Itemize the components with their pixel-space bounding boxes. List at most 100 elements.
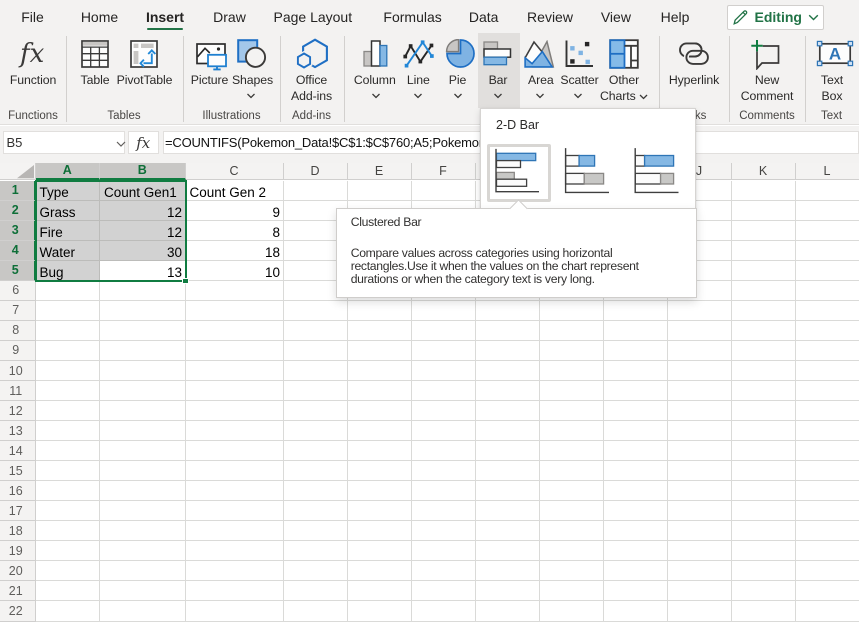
- cell-B7[interactable]: [100, 301, 186, 321]
- cell-C11[interactable]: [186, 381, 284, 401]
- cell-B19[interactable]: [100, 541, 186, 561]
- cell-I19[interactable]: [604, 541, 668, 561]
- cell-L16[interactable]: [796, 481, 859, 501]
- cell-L5[interactable]: [796, 261, 859, 281]
- row-header-13[interactable]: 13: [0, 421, 36, 441]
- cell-G9[interactable]: [476, 341, 540, 361]
- cell-F1[interactable]: [412, 181, 476, 201]
- cell-D17[interactable]: [284, 501, 348, 521]
- cell-E17[interactable]: [348, 501, 412, 521]
- cell-I20[interactable]: [604, 561, 668, 581]
- cell-E12[interactable]: [348, 401, 412, 421]
- cell-F20[interactable]: [412, 561, 476, 581]
- row-header-12[interactable]: 12: [0, 401, 36, 421]
- cell-D16[interactable]: [284, 481, 348, 501]
- cell-E20[interactable]: [348, 561, 412, 581]
- cell-I10[interactable]: [604, 361, 668, 381]
- cell-I16[interactable]: [604, 481, 668, 501]
- cell-K8[interactable]: [732, 321, 796, 341]
- cell-C12[interactable]: [186, 401, 284, 421]
- row-header-5[interactable]: 5: [0, 261, 36, 281]
- cell-C4[interactable]: 18: [186, 241, 284, 261]
- cell-H20[interactable]: [540, 561, 604, 581]
- row-header-6[interactable]: 6: [0, 281, 36, 301]
- cell-L8[interactable]: [796, 321, 859, 341]
- cell-G12[interactable]: [476, 401, 540, 421]
- row-header-9[interactable]: 9: [0, 341, 36, 361]
- cell-A5[interactable]: Bug: [36, 261, 101, 281]
- cell-C7[interactable]: [186, 301, 284, 321]
- name-box[interactable]: B5: [3, 131, 125, 154]
- cell-C20[interactable]: [186, 561, 284, 581]
- column-header-E[interactable]: E: [348, 163, 412, 180]
- cell-B11[interactable]: [100, 381, 186, 401]
- cell-C16[interactable]: [186, 481, 284, 501]
- cell-K7[interactable]: [732, 301, 796, 321]
- column-header-F[interactable]: F: [412, 163, 476, 180]
- cell-K15[interactable]: [732, 461, 796, 481]
- cell-C6[interactable]: [186, 281, 284, 301]
- cell-K6[interactable]: [732, 281, 796, 301]
- cell-A14[interactable]: [36, 441, 101, 461]
- cell-B14[interactable]: [100, 441, 186, 461]
- cell-C13[interactable]: [186, 421, 284, 441]
- cell-L3[interactable]: [796, 221, 859, 241]
- cell-A6[interactable]: [36, 281, 101, 301]
- row-header-21[interactable]: 21: [0, 581, 36, 601]
- cell-C21[interactable]: [186, 581, 284, 601]
- cell-C9[interactable]: [186, 341, 284, 361]
- cell-L12[interactable]: [796, 401, 859, 421]
- cell-L4[interactable]: [796, 241, 859, 261]
- cell-K9[interactable]: [732, 341, 796, 361]
- cell-G7[interactable]: [476, 301, 540, 321]
- cell-E19[interactable]: [348, 541, 412, 561]
- row-header-16[interactable]: 16: [0, 481, 36, 501]
- cell-J13[interactable]: [668, 421, 732, 441]
- shapes-icon[interactable]: [237, 39, 267, 69]
- cell-F19[interactable]: [412, 541, 476, 561]
- cell-I8[interactable]: [604, 321, 668, 341]
- cell-L22[interactable]: [796, 601, 859, 621]
- cell-D15[interactable]: [284, 461, 348, 481]
- row-header-4[interactable]: 4: [0, 241, 36, 261]
- cell-B6[interactable]: [100, 281, 186, 301]
- cell-I9[interactable]: [604, 341, 668, 361]
- cell-C2[interactable]: 9: [186, 201, 284, 221]
- cell-G10[interactable]: [476, 361, 540, 381]
- cell-C1[interactable]: Count Gen 2: [186, 181, 284, 201]
- cell-D7[interactable]: [284, 301, 348, 321]
- cell-H12[interactable]: [540, 401, 604, 421]
- cell-K2[interactable]: [732, 201, 796, 221]
- cell-D22[interactable]: [284, 601, 348, 621]
- tab-review[interactable]: Review: [527, 0, 573, 33]
- cell-D9[interactable]: [284, 341, 348, 361]
- table-icon[interactable]: [81, 40, 109, 68]
- cell-K19[interactable]: [732, 541, 796, 561]
- column-chart-icon[interactable]: [363, 40, 388, 67]
- cell-K21[interactable]: [732, 581, 796, 601]
- cell-E1[interactable]: [348, 181, 412, 201]
- cell-J9[interactable]: [668, 341, 732, 361]
- cell-H16[interactable]: [540, 481, 604, 501]
- cell-L14[interactable]: [796, 441, 859, 461]
- cell-A15[interactable]: [36, 461, 101, 481]
- column-header-D[interactable]: D: [284, 163, 348, 180]
- cell-K13[interactable]: [732, 421, 796, 441]
- cell-A13[interactable]: [36, 421, 101, 441]
- other-charts-icon[interactable]: [609, 39, 639, 69]
- cell-E11[interactable]: [348, 381, 412, 401]
- cell-A7[interactable]: [36, 301, 101, 321]
- cell-F22[interactable]: [412, 601, 476, 621]
- cell-D18[interactable]: [284, 521, 348, 541]
- cell-H14[interactable]: [540, 441, 604, 461]
- cell-F21[interactable]: [412, 581, 476, 601]
- cell-K4[interactable]: [732, 241, 796, 261]
- cell-K5[interactable]: [732, 261, 796, 281]
- column-header-B[interactable]: B: [100, 163, 186, 180]
- cell-A20[interactable]: [36, 561, 101, 581]
- cell-J18[interactable]: [668, 521, 732, 541]
- cell-B15[interactable]: [100, 461, 186, 481]
- cell-C14[interactable]: [186, 441, 284, 461]
- insert-function-button[interactable]: fx: [128, 131, 160, 154]
- cell-C18[interactable]: [186, 521, 284, 541]
